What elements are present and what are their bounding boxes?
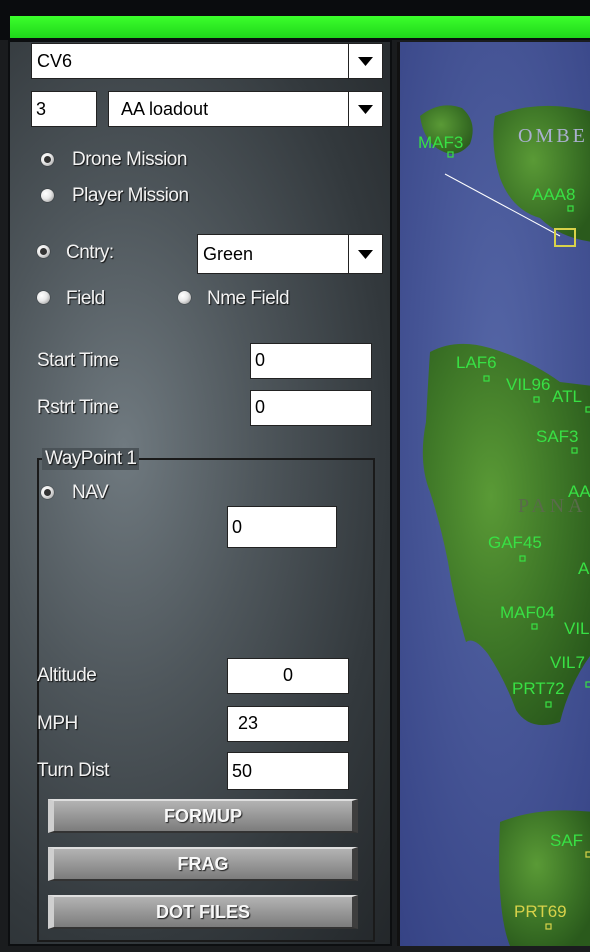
map-marker-label[interactable]: AA (568, 482, 590, 501)
nav-value-field[interactable]: 0 (227, 506, 337, 548)
waypoint-title: WayPoint 1 (42, 448, 140, 470)
map-canvas[interactable]: OMBE PANA MAF3 AAA8 LAF6 VIL96 ATL SAF3 … (400, 42, 590, 946)
frag-button[interactable]: FRAG (48, 847, 358, 881)
loadout-select-chevron-down-icon[interactable] (348, 92, 382, 126)
country-select-chevron-down-icon[interactable] (348, 235, 382, 273)
country-radio[interactable] (37, 245, 50, 258)
map-marker-label[interactable]: PRT72 (512, 679, 565, 698)
title-bar (0, 0, 590, 40)
loadout-select-value: AA loadout (121, 99, 209, 119)
nav-label: NAV (72, 482, 109, 503)
map-marker-label[interactable]: SAF (550, 831, 583, 850)
country-select[interactable]: Green (197, 234, 383, 274)
loadout-number-field[interactable]: 3 (31, 91, 97, 127)
map-marker-label[interactable]: SAF3 (536, 427, 579, 446)
altitude-field[interactable]: 0 (227, 658, 349, 694)
field-radio[interactable] (37, 291, 50, 304)
country-label: Cntry: (66, 242, 114, 263)
map-marker-label[interactable]: VIL96 (506, 375, 550, 394)
map-marker-label[interactable]: AAA8 (532, 185, 575, 204)
map-view[interactable]: OMBE PANA MAF3 AAA8 LAF6 VIL96 ATL SAF3 … (397, 42, 590, 946)
map-marker-label[interactable]: A (578, 559, 590, 578)
map-marker-label[interactable]: MAF04 (500, 603, 555, 622)
mph-field[interactable]: 23 (227, 706, 349, 742)
title-bar-accent (10, 16, 590, 38)
player-mission-label: Player Mission (72, 185, 189, 206)
start-time-label: Start Time (37, 350, 119, 371)
nav-radio[interactable] (41, 486, 54, 499)
map-marker-label[interactable]: VIL7 (550, 653, 585, 672)
drone-mission-radio[interactable] (41, 153, 54, 166)
formup-button[interactable]: FORMUP (48, 799, 358, 833)
map-marker-label[interactable]: LAF6 (456, 353, 497, 372)
player-mission-radio[interactable] (41, 189, 54, 202)
country-select-value: Green (203, 244, 254, 264)
unit-select[interactable]: CV6 (31, 43, 383, 79)
map-region-label: OMBE (518, 125, 588, 147)
dot-files-button[interactable]: DOT FILES (48, 895, 358, 929)
start-time-field[interactable]: 0 (250, 343, 372, 379)
altitude-label: Altitude (37, 665, 97, 686)
map-marker-label[interactable]: MAF3 (418, 133, 463, 152)
turn-dist-field[interactable]: 50 (227, 752, 349, 790)
drone-mission-label: Drone Mission (72, 149, 187, 170)
restart-time-field[interactable]: 0 (250, 390, 372, 426)
map-marker-label[interactable]: ATL (552, 387, 582, 406)
turn-dist-label: Turn Dist (37, 760, 109, 781)
loadout-select[interactable]: AA loadout (108, 91, 383, 127)
restart-time-label: Rstrt Time (37, 397, 119, 418)
map-marker-label[interactable]: GAF45 (488, 533, 542, 552)
map-marker-label[interactable]: PRT69 (514, 902, 567, 921)
enemy-field-radio[interactable] (178, 291, 191, 304)
mph-label: MPH (37, 713, 78, 734)
field-label: Field (66, 288, 105, 309)
enemy-field-label: Nme Field (207, 288, 290, 309)
unit-select-chevron-down-icon[interactable] (348, 44, 382, 78)
unit-select-value: CV6 (37, 51, 73, 71)
map-marker-label[interactable]: VIL (564, 619, 590, 638)
